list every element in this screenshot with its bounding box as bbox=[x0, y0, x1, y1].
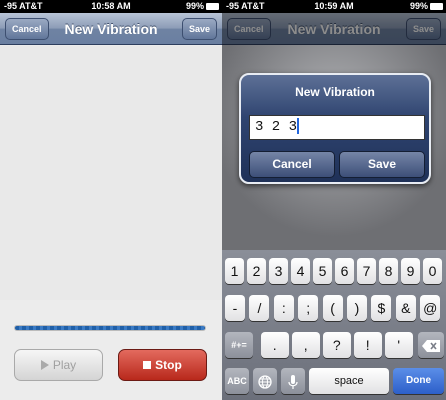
play-icon bbox=[40, 360, 49, 370]
battery-percent: 99% bbox=[409, 1, 428, 11]
globe-icon bbox=[258, 375, 272, 389]
symbol-key[interactable]: : bbox=[273, 295, 294, 321]
punctuation-key[interactable]: ' bbox=[385, 332, 413, 358]
microphone-icon bbox=[288, 374, 298, 389]
punctuation-key[interactable]: ! bbox=[354, 332, 382, 358]
alert-save-button[interactable]: Save bbox=[339, 151, 425, 178]
name-alert-dialog: New Vibration 3 2 3 Cancel Save bbox=[239, 73, 431, 184]
status-bar: -95 AT&T 10:59 AM 99% bbox=[222, 0, 446, 13]
symbol-key[interactable]: $ bbox=[371, 295, 392, 321]
digit-key[interactable]: 8 bbox=[379, 258, 398, 284]
globe-key[interactable] bbox=[253, 368, 277, 394]
tap-area[interactable] bbox=[0, 46, 222, 300]
name-entry-screen: -95 AT&T 10:59 AM 99% Cancel New Vibrati… bbox=[222, 0, 446, 400]
punctuation-key[interactable]: . bbox=[261, 332, 289, 358]
battery-percent: 99% bbox=[185, 1, 204, 11]
digit-key[interactable]: 5 bbox=[313, 258, 332, 284]
digit-key[interactable]: 3 bbox=[269, 258, 288, 284]
save-button[interactable]: Save bbox=[181, 18, 217, 40]
punctuation-key[interactable]: , bbox=[292, 332, 320, 358]
symbols-toggle-key[interactable]: #+= bbox=[225, 332, 253, 358]
navigation-bar: Cancel New Vibration Save bbox=[222, 13, 446, 45]
save-button: Save bbox=[405, 18, 441, 40]
recording-screen: -95 AT&T 10:58 AM 99% Cancel New Vibrati… bbox=[0, 0, 222, 400]
alert-title: New Vibration bbox=[295, 85, 375, 99]
backspace-key[interactable] bbox=[418, 332, 444, 358]
symbol-key[interactable]: ; bbox=[298, 295, 319, 321]
digit-key[interactable]: 7 bbox=[357, 258, 376, 284]
abc-key[interactable]: ABC bbox=[225, 368, 249, 394]
backspace-icon bbox=[422, 340, 440, 353]
text-cursor bbox=[297, 118, 300, 135]
play-label: Play bbox=[52, 358, 77, 372]
dictation-key[interactable] bbox=[281, 368, 305, 394]
alert-cancel-button[interactable]: Cancel bbox=[249, 151, 335, 178]
screenshot-root: -95 AT&T 10:58 AM 99% Cancel New Vibrati… bbox=[0, 0, 446, 400]
battery-icon bbox=[206, 3, 219, 10]
digit-key[interactable]: 6 bbox=[335, 258, 354, 284]
digit-key[interactable]: 2 bbox=[247, 258, 266, 284]
symbol-key[interactable]: / bbox=[249, 295, 270, 321]
stop-label: Stop bbox=[155, 358, 182, 372]
navigation-bar: Cancel New Vibration Save bbox=[0, 13, 222, 45]
punctuation-key[interactable]: ? bbox=[323, 332, 351, 358]
digit-key[interactable]: 4 bbox=[291, 258, 310, 284]
symbol-key[interactable]: @ bbox=[420, 295, 441, 321]
play-button[interactable]: Play bbox=[14, 349, 103, 381]
vibration-pattern-bar bbox=[14, 325, 206, 331]
symbol-key[interactable]: - bbox=[225, 295, 245, 321]
symbol-key[interactable]: & bbox=[395, 295, 416, 321]
digit-key[interactable]: 1 bbox=[225, 258, 244, 284]
symbol-key[interactable]: ( bbox=[322, 295, 343, 321]
numeric-keyboard: 1234567890 - /:;() $ & @ #+= .,?! ' ABC space… bbox=[222, 250, 446, 400]
stop-button[interactable]: Stop bbox=[118, 349, 207, 381]
digit-key[interactable]: 9 bbox=[401, 258, 420, 284]
space-key[interactable]: space bbox=[309, 368, 389, 394]
battery-icon bbox=[430, 3, 443, 10]
stop-icon bbox=[143, 361, 152, 369]
done-key[interactable]: Done bbox=[393, 368, 444, 394]
input-value: 3 2 3 bbox=[255, 119, 298, 135]
digit-key[interactable]: 0 bbox=[423, 258, 442, 284]
status-bar: -95 AT&T 10:58 AM 99% bbox=[0, 0, 222, 13]
vibration-name-input[interactable]: 3 2 3 bbox=[249, 115, 425, 140]
symbol-key[interactable]: ) bbox=[347, 295, 367, 321]
